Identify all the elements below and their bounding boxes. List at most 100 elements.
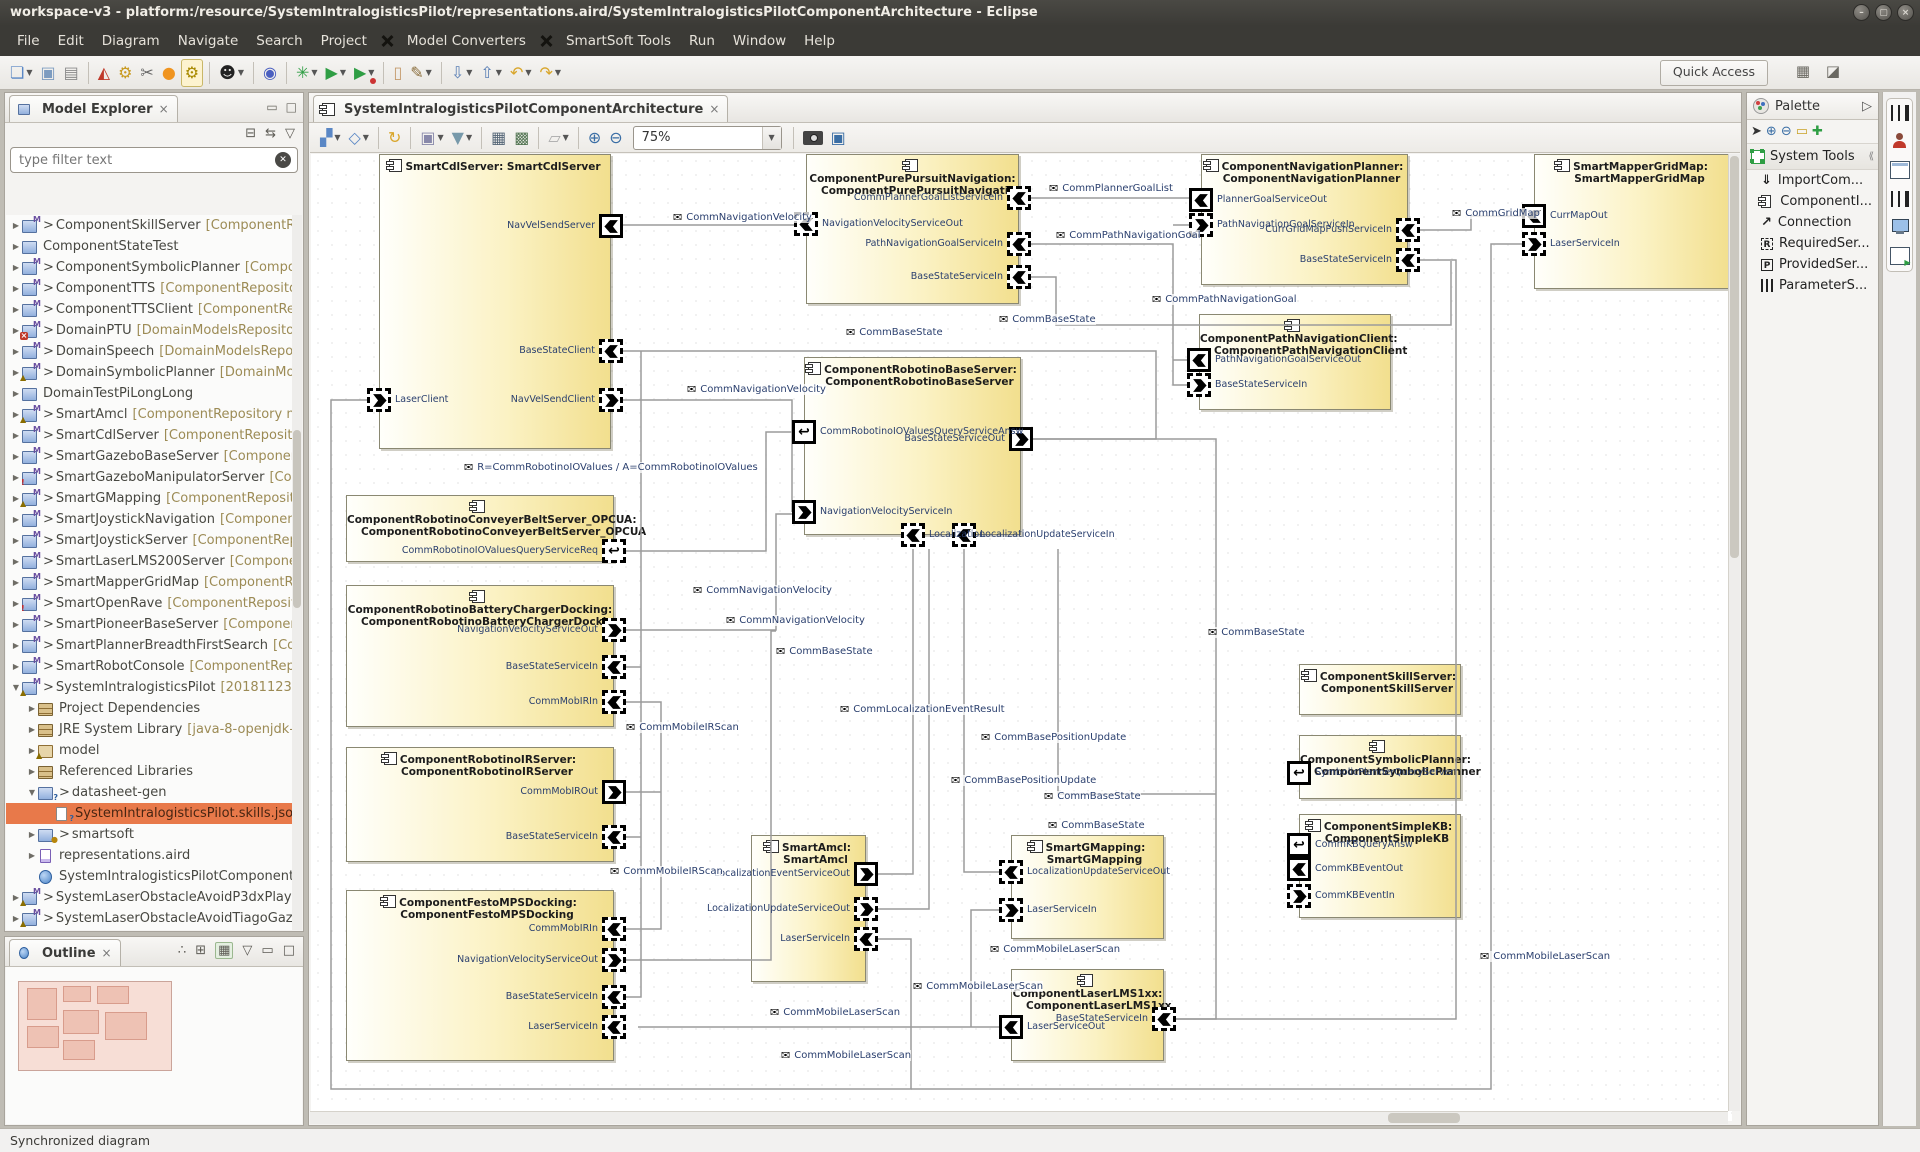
port-BaseStateServiceIn[interactable]	[1187, 373, 1211, 397]
collapsed-arrow-icon[interactable]: ▶	[10, 284, 22, 293]
filters-icon[interactable]: ▼▼	[449, 125, 475, 151]
tree-item[interactable]: ▼M▲>SystemIntralogisticsPilot[20181123-D	[6, 677, 292, 698]
tree-item[interactable]: ▶JRE System Library[java-8-openjdk-am	[6, 719, 292, 740]
menu-smartsoft-tools[interactable]: SmartSoft Tools	[557, 26, 680, 56]
monitor-view-icon[interactable]	[1891, 219, 1909, 235]
close-icon[interactable]: ×	[159, 102, 169, 116]
palette-tool-required[interactable]: RRequiredSer...	[1747, 233, 1878, 254]
tree-item[interactable]: ▶M>DomainSpeech[DomainModelsRepos	[6, 341, 292, 362]
user-icon[interactable]: ☻▼	[216, 60, 247, 86]
tree-item[interactable]: ▶M!>SmartOpenRave[ComponentReposito	[6, 593, 292, 614]
chart-icon[interactable]: ◭	[95, 60, 113, 86]
zoom-combo[interactable]: 75%▼	[633, 126, 782, 150]
run-config-icon[interactable]: ▶▼	[351, 60, 377, 86]
user-view-icon[interactable]	[1891, 133, 1909, 149]
smartsoft-tools-icon[interactable]: ⚙	[181, 59, 203, 87]
tab-model-explorer[interactable]: Model Explorer ×	[9, 95, 178, 122]
port-NavVelSendServer[interactable]	[599, 214, 623, 238]
port-LocalizationEventServiceOut[interactable]	[854, 862, 878, 886]
tree-item[interactable]: ▶ComponentStateTest	[6, 236, 292, 257]
port-PathNavigationGoalServiceOut[interactable]	[1187, 348, 1211, 372]
collapsed-arrow-icon[interactable]: ▶	[10, 431, 22, 440]
globe-icon[interactable]: ◉	[260, 60, 280, 86]
show-grid-icon[interactable]: ▦	[488, 125, 509, 151]
close-icon[interactable]: ×	[102, 946, 112, 960]
collapsed-arrow-icon[interactable]: ▶	[10, 389, 22, 398]
tab-diagram-editor[interactable]: SystemIntralogisticsPilotComponentArchit…	[313, 95, 728, 122]
connection[interactable]	[626, 514, 792, 630]
print-icon[interactable]: ▤	[61, 60, 82, 86]
maximize-button[interactable]: ▢	[1875, 4, 1892, 21]
menu-navigate[interactable]: Navigate	[169, 26, 248, 56]
expanded-arrow-icon[interactable]: ▼	[26, 788, 38, 797]
tree-item[interactable]: ▶M>SmartGazeboBaseServer[Component	[6, 446, 292, 467]
new-wizard-icon[interactable]: ❏▼	[7, 60, 36, 86]
port-BaseStateServiceIn[interactable]	[602, 985, 626, 1009]
port-CommKBEventIn[interactable]	[1287, 884, 1311, 908]
port-LaserServiceIn[interactable]	[854, 927, 878, 951]
port-CommPlannerGoalListServiceIn[interactable]	[1007, 186, 1031, 210]
connection[interactable]	[971, 910, 999, 1027]
tree-item[interactable]: ▶M>SmartPlannerBreadthFirstSearch[Cor	[6, 635, 292, 656]
palette-section-system-tools[interactable]: System Tools ⟪	[1747, 144, 1878, 170]
arrange-icon[interactable]: ◇▼	[345, 125, 371, 151]
tree-item[interactable]: ▶M▲>DomainSymbolicPlanner[DomainMoc	[6, 362, 292, 383]
collapsed-arrow-icon[interactable]: ▶	[10, 305, 22, 314]
tree-item[interactable]: ▶M>ComponentSymbolicPlanner[Compor	[6, 257, 292, 278]
tree-item[interactable]: ▶representations.aird	[6, 845, 292, 866]
collapsed-arrow-icon[interactable]: ▶	[10, 578, 22, 587]
link-editor-icon[interactable]: ⇆	[265, 126, 276, 141]
port-BaseStateClient[interactable]	[599, 339, 623, 363]
port-PlannerGoalServiceOut[interactable]	[1189, 188, 1213, 212]
tree-item[interactable]: ▶M▲>SystemLaserObstacleAvoidTiagoGaze	[6, 908, 292, 929]
tree-item[interactable]: ▶M>ComponentTTS[ComponentReposito	[6, 278, 292, 299]
clipboard-icon[interactable]: ▯	[390, 60, 405, 86]
connection[interactable]	[626, 702, 661, 929]
port-NavigationVelocityServiceOut[interactable]	[602, 618, 626, 642]
outline-thumbnail[interactable]	[18, 981, 172, 1071]
port-LaserServiceOut[interactable]	[999, 1015, 1023, 1039]
cut-tools-icon[interactable]: ✂	[137, 60, 156, 86]
note-tool-icon[interactable]: ▭	[1796, 124, 1808, 139]
port-BaseStateServiceIn[interactable]	[1396, 248, 1420, 272]
diagram-canvas[interactable]: SmartCdlServer: SmartCdlServerNavVelSend…	[311, 154, 1732, 1121]
collapse-all-icon[interactable]: ⊟	[245, 126, 256, 141]
tree-item[interactable]: ?SystemIntralogisticsPilot.skills.json	[6, 803, 292, 824]
tree-item[interactable]: ▶M!>SmartGazeboManipulatorServer[Com	[6, 467, 292, 488]
clear-filter-icon[interactable]: ✕	[275, 152, 291, 168]
port-NavigationVelocityServiceOut[interactable]	[602, 948, 626, 972]
zoom-dropdown-icon[interactable]: ▼	[762, 127, 781, 149]
tree-scrollbar[interactable]	[292, 215, 302, 930]
collapsed-arrow-icon[interactable]: ▶	[10, 536, 22, 545]
collapsed-arrow-icon[interactable]: ▶	[10, 452, 22, 461]
collapsed-arrow-icon[interactable]: ▶	[26, 767, 38, 776]
tree-item[interactable]: ▶Referenced Libraries	[6, 761, 292, 782]
port-CommMobIRIn[interactable]	[602, 917, 626, 941]
tree-item[interactable]: ▶M>SmartPioneerBaseServer[Component	[6, 614, 292, 635]
port-BaseStateServiceIn[interactable]	[602, 825, 626, 849]
collapsed-arrow-icon[interactable]: ▶	[10, 221, 22, 230]
connection[interactable]	[626, 351, 641, 997]
minimize-icon[interactable]: ▭	[261, 943, 273, 958]
port-CurrGridMapPushServiceIn[interactable]	[1396, 218, 1420, 242]
gears-icon[interactable]: ⚙	[115, 60, 135, 86]
table-run-view-icon[interactable]	[1890, 247, 1910, 265]
port-CommRobotinoIOValuesQueryServiceAnsw[interactable]: ↩	[792, 420, 816, 444]
zoom-in-tool-icon[interactable]: ⊕	[1766, 124, 1777, 139]
view-menu-icon[interactable]: ▽	[242, 943, 252, 958]
copy-appearance-icon[interactable]: ▣▼	[417, 125, 446, 151]
forward-icon[interactable]: ↷▼	[537, 60, 565, 86]
collapsed-arrow-icon[interactable]: ▶	[10, 263, 22, 272]
tree-item[interactable]: ▶M>SmartMapperGridMap[ComponentRe	[6, 572, 292, 593]
port-NavVelSendClient[interactable]	[599, 388, 623, 412]
save-icon[interactable]: ▣	[38, 60, 59, 86]
collapsed-arrow-icon[interactable]: ▶	[26, 704, 38, 713]
port-LocalizationUpdateServiceOut[interactable]	[999, 860, 1023, 884]
tree-item[interactable]: ▶M>SmartJoystickServer[ComponentRep	[6, 530, 292, 551]
port-LaserServiceIn[interactable]	[999, 898, 1023, 922]
port-CommMobIRIn[interactable]	[602, 690, 626, 714]
tree-item[interactable]: ▶M>SmartJoystickNavigation[Componen	[6, 509, 292, 530]
menu-edit[interactable]: Edit	[49, 26, 93, 56]
perspective-modeling-icon[interactable]: ◪	[1826, 62, 1840, 80]
back-icon[interactable]: ↶▼	[507, 60, 535, 86]
